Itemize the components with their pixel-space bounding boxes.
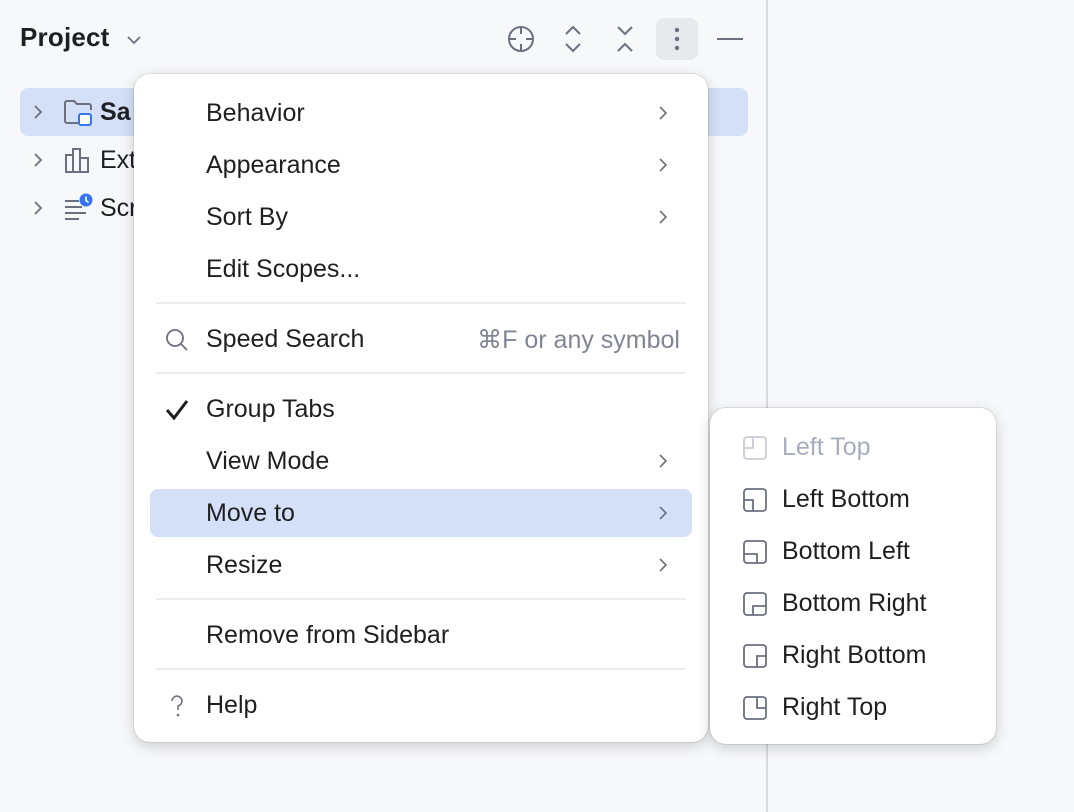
chevron-right-icon (659, 558, 668, 572)
move-to-submenu: Left Top Left Bottom Bottom Left Bottom … (710, 408, 996, 744)
chevron-right-icon[interactable] (28, 198, 48, 218)
chevron-down-icon[interactable] (124, 30, 144, 50)
more-vertical-icon (674, 27, 680, 51)
submenu-item-left-bottom[interactable]: Left Bottom (726, 475, 980, 523)
chevron-right-icon (659, 106, 668, 120)
expand-all-icon[interactable] (552, 18, 594, 60)
submenu-item-right-bottom[interactable]: Right Bottom (726, 631, 980, 679)
shortcut-hint: ⌘F or any symbol (477, 326, 680, 354)
chevron-right-icon (659, 454, 668, 468)
menu-item-move-to[interactable]: Move to (150, 489, 692, 537)
bottom-left-icon (743, 540, 767, 564)
menu-item-sort-by[interactable]: Sort By (150, 193, 692, 241)
minimize-icon[interactable] (709, 18, 751, 60)
right-top-icon (743, 696, 767, 720)
scratches-icon (65, 193, 93, 220)
menu-separator (156, 668, 686, 670)
menu-item-help[interactable]: Help (150, 681, 692, 729)
menu-item-label: Behavior (206, 99, 305, 127)
menu-item-remove-from-sidebar[interactable]: Remove from Sidebar (150, 611, 692, 659)
menu-item-resize[interactable]: Resize (150, 541, 692, 589)
collapse-all-icon[interactable] (604, 18, 646, 60)
menu-item-label: Sort By (206, 203, 288, 231)
menu-item-appearance[interactable]: Appearance (150, 141, 692, 189)
chevron-right-icon[interactable] (28, 102, 48, 122)
menu-item-edit-scopes[interactable]: Edit Scopes... (150, 245, 692, 293)
submenu-item-label: Bottom Right (782, 589, 927, 617)
menu-separator (156, 598, 686, 600)
submenu-item-bottom-right[interactable]: Bottom Right (726, 579, 980, 627)
tree-item-label: Scr (100, 194, 138, 222)
menu-item-label: View Mode (206, 447, 330, 475)
menu-item-label: Resize (206, 551, 283, 579)
submenu-item-right-top[interactable]: Right Top (726, 683, 980, 731)
checkmark-icon (164, 397, 190, 423)
submenu-item-label: Bottom Left (782, 537, 910, 565)
menu-item-label: Speed Search (206, 325, 365, 353)
menu-item-label: Move to (206, 499, 295, 527)
project-folder-icon (64, 100, 92, 126)
menu-item-label: Appearance (206, 151, 341, 179)
tree-item-label: Ext (100, 146, 137, 174)
menu-separator (156, 372, 686, 374)
menu-separator (156, 302, 686, 304)
left-top-icon (743, 436, 767, 460)
chevron-right-icon (659, 158, 668, 172)
menu-item-label: Help (206, 691, 258, 719)
menu-item-behavior[interactable]: Behavior (150, 89, 692, 137)
crosshair-icon[interactable] (500, 18, 542, 60)
chevron-right-icon (659, 210, 668, 224)
external-libraries-icon (65, 148, 89, 173)
search-icon (164, 327, 190, 353)
bottom-right-icon (743, 592, 767, 616)
left-bottom-icon (743, 488, 767, 512)
chevron-right-icon (659, 506, 668, 520)
menu-item-label: Edit Scopes... (206, 255, 361, 283)
right-bottom-icon (743, 644, 767, 668)
panel-title[interactable]: Project (20, 22, 110, 53)
menu-item-label: Remove from Sidebar (206, 621, 450, 649)
menu-item-speed-search[interactable]: Speed Search ⌘F or any symbol (150, 315, 692, 363)
chevron-right-icon[interactable] (28, 150, 48, 170)
menu-item-view-mode[interactable]: View Mode (150, 437, 692, 485)
submenu-item-label: Left Bottom (782, 485, 910, 513)
submenu-item-label: Left Top (782, 433, 871, 461)
submenu-item-label: Right Top (782, 693, 888, 721)
submenu-item-left-top: Left Top (726, 423, 980, 471)
tree-item-label: Sa (100, 98, 131, 126)
menu-item-group-tabs[interactable]: Group Tabs (150, 385, 692, 433)
submenu-item-label: Right Bottom (782, 641, 927, 669)
help-icon (164, 693, 190, 719)
options-menu: Behavior Appearance Sort By Edit Scopes.… (134, 74, 708, 742)
menu-item-label: Group Tabs (206, 395, 335, 423)
submenu-item-bottom-left[interactable]: Bottom Left (726, 527, 980, 575)
more-options-button[interactable] (656, 18, 698, 60)
